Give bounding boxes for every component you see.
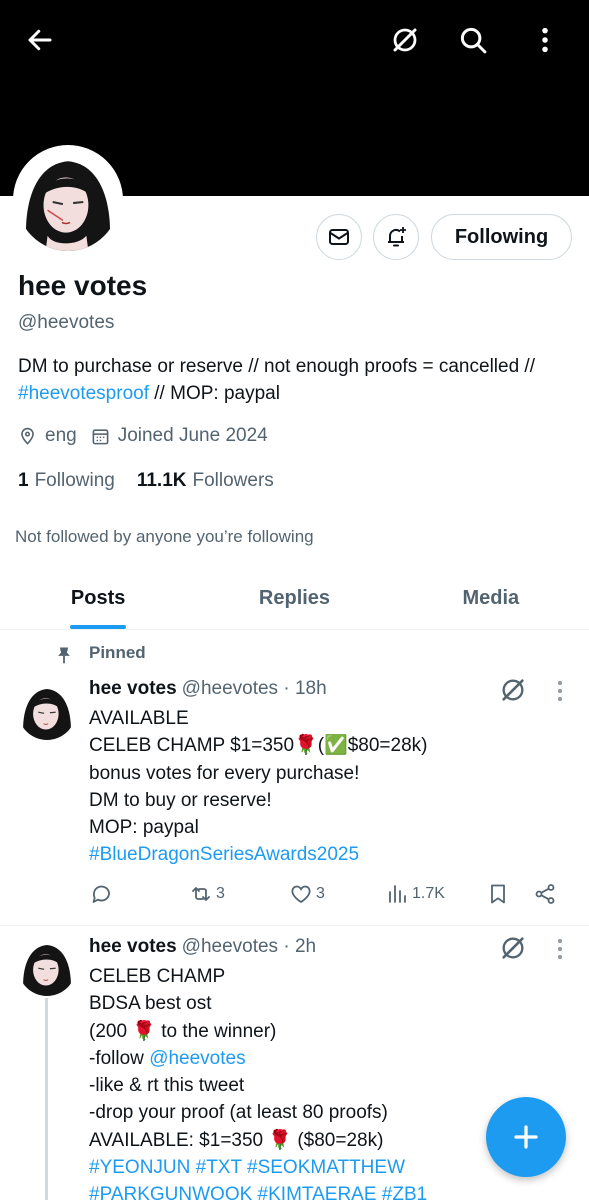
- calendar-icon: [92, 428, 109, 444]
- repost-icon: [192, 887, 210, 901]
- profile-meta: eng Joined June 2024: [18, 425, 282, 447]
- profile-avatar[interactable]: [13, 145, 123, 255]
- post-header: hee votes @heevotes · 2h: [89, 936, 316, 958]
- pinned-label: Pinned: [89, 643, 146, 662]
- post-hashtag-link[interactable]: #YEONJUN #TXT #SEOKMATTHEW: [89, 1154, 427, 1181]
- more-vertical-icon: [542, 27, 548, 53]
- followers-count-link[interactable]: 11.1K Followers: [137, 470, 274, 492]
- profile-location: eng: [45, 425, 77, 446]
- views-button[interactable]: 1.7K: [385, 882, 445, 906]
- repost-count: 3: [216, 885, 225, 902]
- profile-handle: @heevotes: [18, 312, 115, 333]
- post-avatar[interactable]: [18, 938, 76, 996]
- post-more-button[interactable]: [550, 935, 570, 963]
- bio-text: DM to purchase or reserve // not enough …: [18, 356, 535, 377]
- bookmark-icon: [491, 884, 505, 904]
- post-line: -like & rt this tweet: [89, 1075, 245, 1097]
- avatar-illustration: [17, 149, 119, 251]
- bookmark-button[interactable]: [486, 882, 513, 906]
- grok-icon[interactable]: [499, 934, 527, 962]
- plus-icon: [514, 1125, 538, 1149]
- thread-line: [45, 998, 48, 1200]
- views-count: 1.7K: [412, 885, 445, 902]
- following-count: 1: [18, 470, 29, 491]
- grok-button[interactable]: [385, 20, 425, 60]
- mail-icon: [329, 229, 349, 245]
- reply-button[interactable]: [89, 882, 116, 906]
- post-handle-time: @heevotes · 18h: [181, 678, 327, 699]
- share-icon: [535, 884, 555, 904]
- like-count: 3: [316, 885, 325, 902]
- reply-icon: [92, 885, 110, 903]
- post-author-name[interactable]: hee votes: [89, 936, 177, 958]
- tab-posts[interactable]: Posts: [0, 568, 196, 629]
- profile-name: hee votes: [18, 270, 148, 301]
- following-button[interactable]: Following: [431, 214, 572, 260]
- post-handle-time: @heevotes · 2h: [181, 936, 317, 957]
- post-avatar[interactable]: [18, 682, 76, 740]
- post-more-button[interactable]: [550, 677, 570, 705]
- profile-bio: DM to purchase or reserve // not enough …: [18, 353, 578, 407]
- profile-tabs: Posts Replies Media: [0, 568, 589, 630]
- arrow-left-icon: [28, 29, 52, 51]
- message-button[interactable]: [316, 214, 362, 260]
- post-actions: 3 3 1.7K: [89, 882, 569, 912]
- post-line: -follow @heevotes: [89, 1045, 427, 1072]
- not-followed-notice: Not followed by anyone you’re following: [15, 527, 314, 546]
- post-line: (200 🌹 to the winner): [89, 1020, 277, 1042]
- pin-icon: [58, 647, 70, 664]
- post-line: DM to buy or reserve!: [89, 789, 272, 811]
- post-hashtag-link[interactable]: #PARKGUNWOOK #KIMTAERAE #ZB1: [89, 1181, 427, 1200]
- post-divider: [0, 925, 589, 926]
- post-author-name[interactable]: hee votes: [89, 678, 177, 700]
- followers-label: Followers: [192, 470, 274, 491]
- bell-plus-icon: [388, 227, 406, 247]
- notifications-button[interactable]: [373, 214, 419, 260]
- grok-icon[interactable]: [499, 676, 527, 704]
- following-count-link[interactable]: 1 Following: [18, 470, 115, 492]
- post-text: CELEB CHAMP BDSA best ost (200 🌹 to the …: [89, 963, 427, 1200]
- avatar-illustration: [18, 682, 76, 740]
- post-line: MOP: paypal: [89, 817, 199, 839]
- more-options-button[interactable]: [525, 20, 565, 60]
- search-button[interactable]: [453, 20, 493, 60]
- grok-icon: [393, 28, 417, 52]
- post-line: CELEB CHAMP $1=350🌹(✅$80=28k): [89, 735, 428, 757]
- bio-text: // MOP: paypal: [149, 383, 280, 404]
- repost-button[interactable]: 3: [189, 882, 225, 906]
- post-line: bonus votes for every purchase!: [89, 762, 360, 784]
- post-line: AVAILABLE: [89, 708, 189, 729]
- post-hashtag-link[interactable]: #BlueDragonSeriesAwards2025: [89, 841, 427, 868]
- back-button[interactable]: [20, 20, 60, 60]
- post-line: CELEB CHAMP: [89, 966, 226, 987]
- post-line: AVAILABLE: $1=350 🌹 ($80=28k): [89, 1129, 384, 1151]
- share-button[interactable]: [533, 882, 560, 906]
- post-header: hee votes @heevotes · 18h: [89, 678, 327, 700]
- tab-media[interactable]: Media: [393, 568, 589, 629]
- following-label: Following: [34, 470, 115, 491]
- location-icon: [21, 427, 34, 445]
- tab-replies[interactable]: Replies: [196, 568, 392, 629]
- post-text-fragment: -follow: [89, 1047, 150, 1069]
- post-line: BDSA best ost: [89, 993, 212, 1015]
- views-icon: [389, 885, 406, 903]
- followers-count: 11.1K: [136, 470, 187, 491]
- compose-post-button[interactable]: [486, 1097, 566, 1177]
- heart-icon: [291, 885, 311, 904]
- post-line: -drop your proof (at least 80 proofs): [89, 1102, 388, 1124]
- avatar-illustration: [18, 938, 76, 996]
- profile-joined: Joined June 2024: [117, 425, 268, 446]
- follow-counts: 1 Following 11.1K Followers: [18, 470, 296, 492]
- search-icon: [460, 27, 487, 54]
- bio-hashtag-link[interactable]: #heevotesproof: [18, 383, 149, 404]
- like-button[interactable]: 3: [289, 882, 325, 906]
- post-text: AVAILABLE CELEB CHAMP $1=350🌹(✅$80=28k) …: [89, 705, 427, 869]
- mention-link[interactable]: @heevotes: [149, 1048, 245, 1069]
